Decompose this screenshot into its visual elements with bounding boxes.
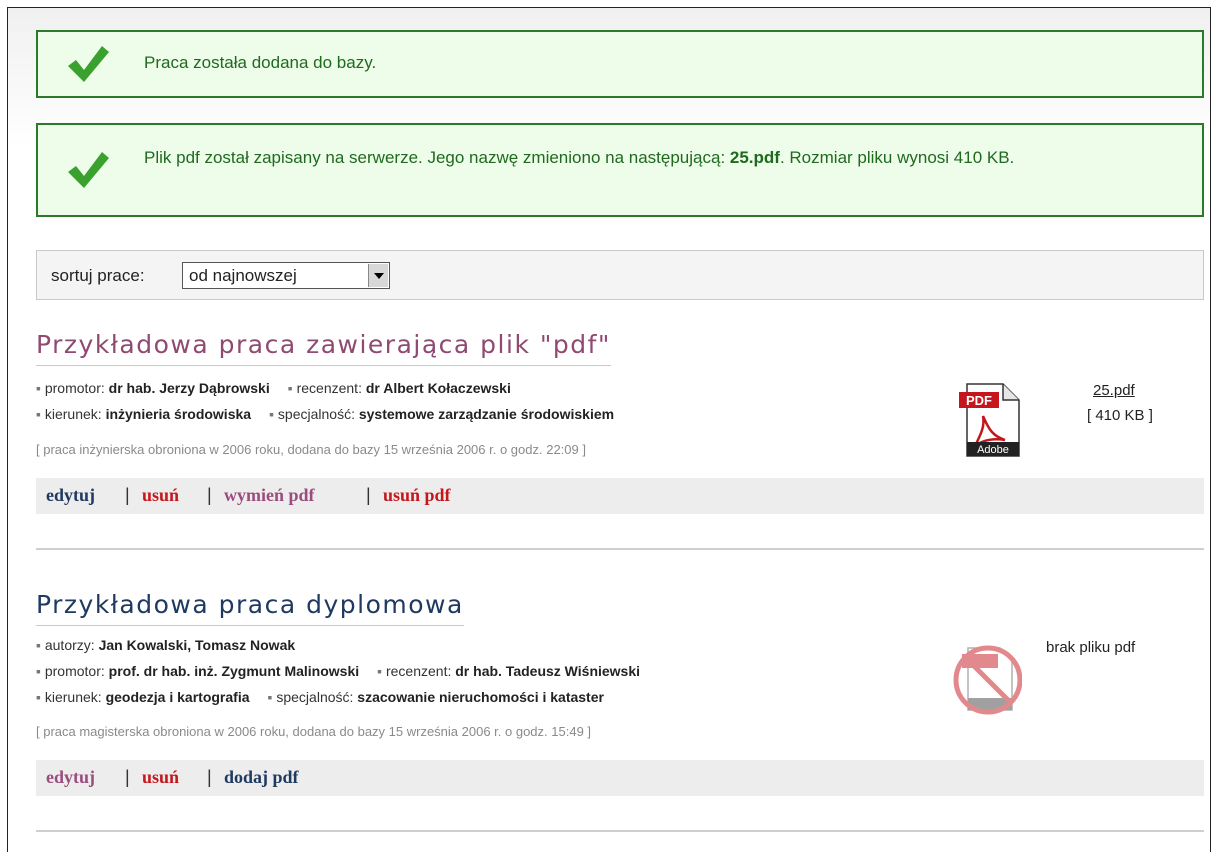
- page-frame: Praca została dodana do bazy. Plik pdf z…: [7, 7, 1211, 852]
- success-message-text: Praca została dodana do bazy.: [144, 53, 377, 72]
- work-actions: edytuj | usuń | dodaj pdf: [36, 760, 1204, 796]
- sort-label: sortuj prace:: [51, 266, 145, 285]
- success-message-work-added: Praca została dodana do bazy.: [36, 30, 1204, 98]
- divider: [36, 548, 1204, 550]
- sort-selected-value: od najnowszej: [189, 266, 297, 285]
- work-meta: ▪ promotor: dr hab. Jerzy Dąbrowski ▪ rec…: [36, 380, 615, 422]
- saved-filename: 25.pdf: [729, 148, 780, 167]
- edit-button[interactable]: edytuj: [46, 485, 95, 506]
- recenzent-name: dr Albert Kołaczewski: [365, 380, 511, 396]
- replace-pdf-button[interactable]: wymień pdf: [224, 485, 315, 506]
- delete-button[interactable]: usuń: [142, 485, 179, 506]
- specjalnosc-value: systemowe zarządzanie środowiskiem: [358, 406, 615, 422]
- work-info: [ praca magisterska obroniona w 2006 rok…: [36, 724, 592, 739]
- divider: [36, 830, 1204, 832]
- work-meta: ▪ autorzy: Jan Kowalski, Tomasz Nowak ▪ …: [36, 637, 641, 705]
- pdf-file-link[interactable]: 25.pdf: [1093, 382, 1135, 399]
- work-title[interactable]: Przykładowa praca dyplomowa: [36, 590, 464, 626]
- delete-button[interactable]: usuń: [142, 767, 179, 788]
- check-icon: [68, 46, 109, 82]
- separator: |: [366, 485, 371, 505]
- add-pdf-button[interactable]: dodaj pdf: [224, 767, 299, 788]
- adobe-brand-text: Adobe: [977, 444, 1009, 456]
- edit-button[interactable]: edytuj: [46, 767, 95, 788]
- promotor-name: dr hab. Jerzy Dąbrowski: [108, 380, 270, 396]
- promotor-name: prof. dr hab. inż. Zygmunt Malinowski: [108, 663, 360, 679]
- sort-bar: sortuj prace: od najnowszej: [36, 250, 1204, 300]
- delete-pdf-button[interactable]: usuń pdf: [383, 485, 451, 506]
- authors-names: Jan Kowalski, Tomasz Nowak: [98, 637, 296, 653]
- check-icon: [68, 152, 109, 188]
- success-message-text: Plik pdf został zapisany na serwerze. Je…: [144, 146, 1182, 170]
- work-actions: edytuj | usuń | wymień pdf | usuń pdf: [36, 478, 1204, 514]
- specjalnosc-value: szacowanie nieruchomości i kataster: [357, 689, 604, 705]
- separator: |: [125, 485, 130, 505]
- no-pdf-text: brak pliku pdf: [1046, 639, 1136, 656]
- separator: |: [125, 767, 130, 787]
- message-text-before: Plik pdf został zapisany na serwerze. Je…: [144, 148, 730, 167]
- chevron-down-icon[interactable]: [368, 264, 388, 287]
- pdf-file-size: [ 410 KB ]: [1087, 407, 1153, 424]
- separator: |: [207, 485, 212, 505]
- pdf-badge-text: PDF: [966, 393, 992, 408]
- pdf-file-icon[interactable]: PDF Adobe: [953, 380, 1025, 460]
- no-pdf-icon: [953, 645, 1022, 715]
- message-text-after: . Rozmiar pliku wynosi 410 KB.: [779, 148, 1015, 167]
- separator: |: [207, 767, 212, 787]
- kierunek-value: geodezja i kartografia: [105, 689, 250, 705]
- recenzent-name: dr hab. Tadeusz Wiśniewski: [455, 663, 641, 679]
- work-title[interactable]: Przykładowa praca zawierająca plik "pdf": [36, 330, 611, 366]
- sort-select[interactable]: od najnowszej: [182, 262, 390, 289]
- success-message-pdf-saved: Plik pdf został zapisany na serwerze. Je…: [36, 123, 1204, 217]
- kierunek-value: inżynieria środowiska: [105, 406, 252, 422]
- work-info: [ praca inżynierska obroniona w 2006 rok…: [36, 442, 586, 457]
